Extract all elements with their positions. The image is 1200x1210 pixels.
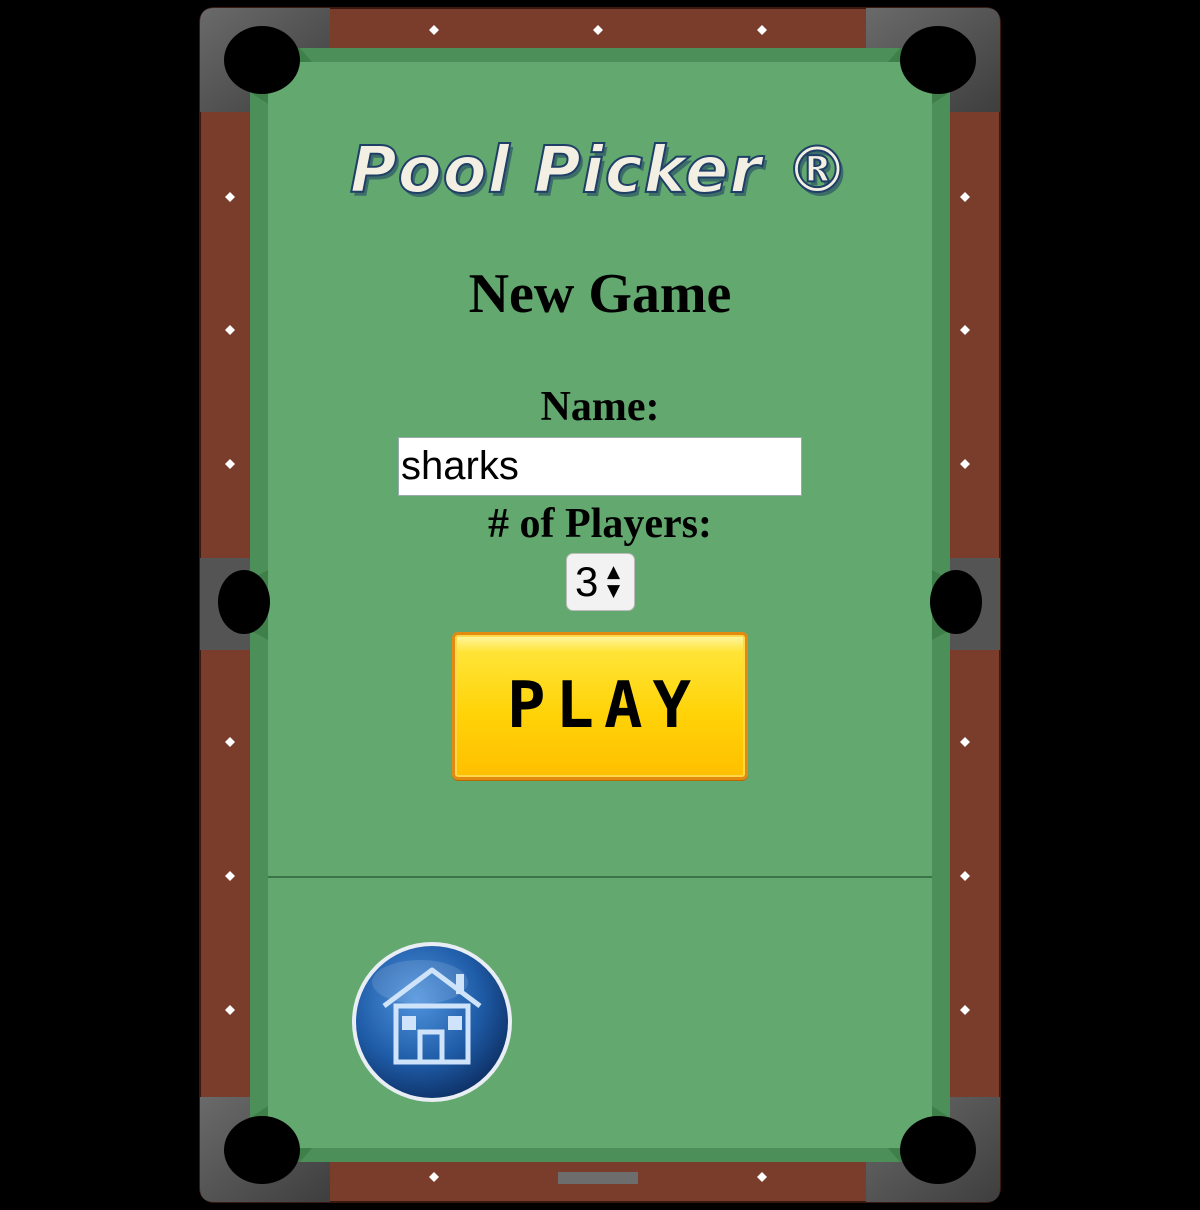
home-button[interactable] xyxy=(350,940,514,1104)
name-label: Name: xyxy=(540,384,660,430)
pool-table-screen: Pool Picker ® New Game Name: # of Player… xyxy=(0,0,1200,1210)
players-stepper[interactable]: 3 ▲ ▼ xyxy=(566,553,635,611)
triangle-down-icon[interactable]: ▼ xyxy=(607,582,620,601)
play-button[interactable]: PLAY xyxy=(452,632,748,780)
home-icon xyxy=(352,942,512,1102)
page-title: New Game xyxy=(468,263,732,325)
app-logo-title: Pool Picker ® xyxy=(349,133,851,209)
players-label: # of Players: xyxy=(488,501,712,547)
new-game-form: Pool Picker ® New Game Name: # of Player… xyxy=(0,0,1200,1210)
play-button-label: PLAY xyxy=(506,669,702,743)
stepper-arrows[interactable]: ▲ ▼ xyxy=(607,563,620,601)
triangle-up-icon[interactable]: ▲ xyxy=(607,563,620,582)
name-input[interactable] xyxy=(398,437,802,496)
players-value: 3 xyxy=(575,558,599,605)
